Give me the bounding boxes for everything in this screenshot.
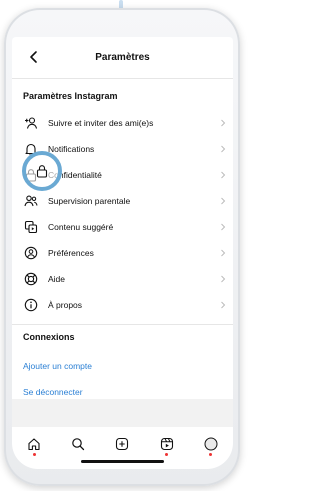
settings-item-parental-supervision[interactable]: Supervision parentale (12, 188, 233, 214)
settings-item-label: Contenu suggéré (48, 222, 114, 232)
search-icon (72, 438, 85, 451)
header: Paramètres (12, 37, 233, 78)
notification-dot (209, 453, 213, 456)
bottom-tab-bar (12, 429, 233, 469)
chevron-right-icon (221, 223, 226, 231)
chevron-right-icon (221, 275, 226, 283)
home-indicator (81, 460, 164, 463)
chevron-right-icon (221, 119, 226, 127)
notification-dot (165, 453, 169, 456)
settings-item-preferences[interactable]: Préférences (12, 240, 233, 266)
back-arrow-icon[interactable] (26, 49, 42, 65)
preferences-icon (23, 245, 39, 261)
settings-screen: Paramètres Paramètres Instagram Suivre e… (12, 37, 233, 469)
chevron-right-icon (221, 197, 226, 205)
chevron-right-icon (221, 249, 226, 257)
chevron-right-icon (221, 145, 226, 153)
bottom-filler (12, 399, 233, 427)
reels-icon (160, 437, 173, 451)
lifebuoy-icon (23, 271, 39, 287)
home-icon (28, 438, 40, 451)
tab-home[interactable] (24, 437, 44, 459)
settings-item-help[interactable]: Aide (12, 266, 233, 292)
tab-profile[interactable] (201, 437, 221, 459)
settings-item-about[interactable]: À propos (12, 292, 233, 318)
settings-item-label: À propos (48, 300, 83, 310)
section-title-instagram: Paramètres Instagram (23, 91, 118, 101)
suggested-content-icon (23, 219, 39, 235)
tab-reels[interactable] (157, 437, 177, 459)
chevron-right-icon (221, 171, 226, 179)
tab-create[interactable] (112, 437, 132, 459)
chevron-right-icon (221, 301, 226, 309)
people-icon (23, 193, 39, 209)
add-person-icon (23, 115, 39, 131)
settings-item-suggested-content[interactable]: Contenu suggéré (12, 214, 233, 240)
add-account-link[interactable]: Ajouter un compte (12, 353, 233, 379)
settings-item-label: Supervision parentale (48, 196, 131, 206)
highlight-circle (22, 151, 62, 191)
profile-icon (204, 437, 218, 451)
page-title: Paramètres (95, 52, 150, 63)
settings-item-label: Préférences (48, 248, 94, 258)
notification-dot (32, 453, 36, 456)
settings-item-follow-invite[interactable]: Suivre et inviter des ami(e)s (12, 110, 233, 136)
settings-item-label: Aide (48, 274, 66, 284)
create-icon (116, 437, 129, 451)
settings-item-label: Notifications (48, 144, 95, 154)
tab-search[interactable] (68, 437, 88, 459)
section-title-connexions: Connexions (23, 332, 75, 342)
info-icon (23, 297, 39, 313)
settings-item-label: Suivre et inviter des ami(e)s (48, 118, 154, 128)
lock-icon (36, 165, 48, 178)
